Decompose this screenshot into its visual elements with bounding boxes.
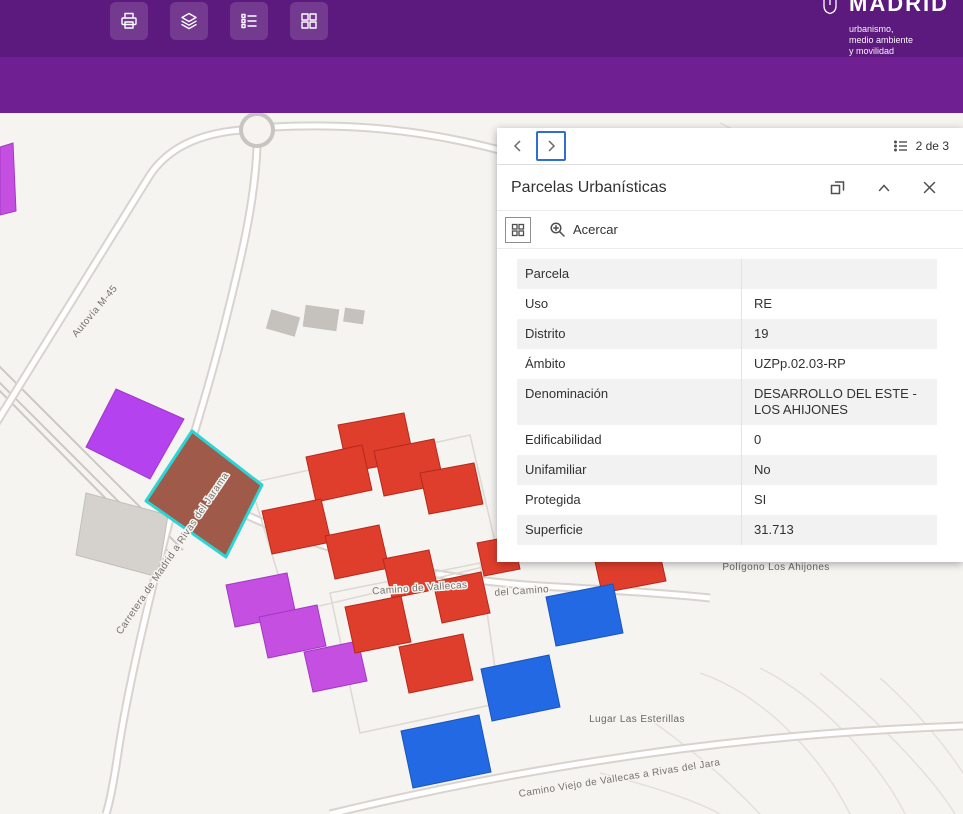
print-button[interactable]	[110, 2, 148, 40]
facility-parcel[interactable]	[0, 143, 16, 215]
field-label: Parcela	[517, 259, 741, 289]
field-row-unifamiliar: Unifamiliar No	[517, 455, 937, 485]
field-label: Edificabilidad	[517, 425, 741, 455]
residential-parcel[interactable]	[306, 445, 372, 502]
next-feature-button[interactable]	[536, 131, 566, 161]
field-label: Superficie	[517, 515, 741, 545]
field-value: SI	[741, 485, 937, 515]
basemap-button[interactable]	[290, 2, 328, 40]
place-label-lugar: Lugar Las Esterillas	[589, 714, 685, 725]
header-sub-band	[0, 57, 963, 113]
field-row-edificabilidad: Edificabilidad 0	[517, 425, 937, 455]
madrid-logo: MADRID urbanismo, medio ambiente y movil…	[821, 0, 949, 57]
feature-pager[interactable]: 2 de 3	[893, 138, 949, 154]
field-label: Ámbito	[517, 349, 741, 379]
field-value: DESARROLLO DEL ESTE - LOS AHIJONES	[741, 379, 937, 425]
chevron-left-icon	[510, 138, 526, 154]
logo-subtitle-line: y movilidad	[849, 46, 949, 57]
tertiary-parcel[interactable]	[401, 715, 491, 788]
field-value: UZPp.02.03-RP	[741, 349, 937, 379]
field-row-distrito: Distrito 19	[517, 319, 937, 349]
dock-button[interactable]	[829, 179, 846, 196]
chevron-right-icon	[543, 138, 559, 154]
prev-feature-button[interactable]	[503, 131, 533, 161]
close-icon	[922, 180, 937, 195]
residential-parcel[interactable]	[325, 525, 389, 579]
pager-count: 2 de 3	[916, 139, 949, 153]
zoom-to-label: Acercar	[573, 222, 618, 237]
layers-button[interactable]	[170, 2, 208, 40]
field-label: Unifamiliar	[517, 455, 741, 485]
close-button[interactable]	[922, 180, 937, 195]
logo-subtitle: urbanismo, medio ambiente y movilidad	[849, 24, 949, 57]
field-value: RE	[741, 289, 937, 319]
field-row-uso: Uso RE	[517, 289, 937, 319]
header-bar: MADRID urbanismo, medio ambiente y movil…	[0, 0, 963, 57]
dock-icon	[829, 179, 846, 196]
layers-icon	[179, 11, 199, 31]
legend-button[interactable]	[230, 2, 268, 40]
madrid-crest-icon	[821, 0, 839, 57]
attribute-table: Parcela Uso RE Distrito 19 Ámbito UZPp.0…	[497, 249, 963, 545]
place-label-poligono: Polígono Los Ahijones	[722, 562, 829, 573]
field-value	[741, 259, 937, 289]
popup-title-row: Parcelas Urbanísticas	[497, 165, 963, 211]
tertiary-parcel[interactable]	[546, 584, 623, 646]
logo-subtitle-line: medio ambiente	[849, 35, 949, 46]
field-label: Denominación	[517, 379, 741, 425]
basemap-grid-icon	[299, 11, 319, 31]
popup-title: Parcelas Urbanísticas	[511, 179, 667, 197]
field-value: No	[741, 455, 937, 485]
field-value: 0	[741, 425, 937, 455]
media-grid-button[interactable]	[505, 217, 531, 243]
field-value: 31.713	[741, 515, 937, 545]
header-toolbar	[110, 2, 328, 40]
logo-title: MADRID	[849, 0, 949, 15]
field-row-ambito: Ámbito UZPp.02.03-RP	[517, 349, 937, 379]
facility-parcels	[0, 143, 367, 692]
field-row-superficie: Superficie 31.713	[517, 515, 937, 545]
tertiary-parcel[interactable]	[481, 655, 560, 721]
field-row-denominacion: Denominación DESARROLLO DEL ESTE - LOS A…	[517, 379, 937, 425]
residential-parcel[interactable]	[399, 634, 473, 693]
printer-icon	[119, 11, 139, 31]
buildings	[266, 305, 365, 337]
road-label-camino-viejo: Camino Viejo de Vallecas a Rivas del Jar…	[518, 757, 721, 800]
legend-icon	[239, 11, 259, 31]
roundabout	[241, 114, 273, 146]
popup-pagination-bar: 2 de 3	[497, 128, 963, 165]
field-row-protegida: Protegida SI	[517, 485, 937, 515]
popup-actionbar: Acercar	[497, 211, 963, 249]
list-icon	[893, 138, 909, 154]
collapse-button[interactable]	[876, 180, 892, 196]
residential-parcel[interactable]	[345, 596, 411, 653]
field-value: 19	[741, 319, 937, 349]
field-label: Uso	[517, 289, 741, 319]
chevron-up-icon	[876, 180, 892, 196]
field-row-parcela: Parcela	[517, 259, 937, 289]
field-label: Distrito	[517, 319, 741, 349]
field-label: Protegida	[517, 485, 741, 515]
media-grid-icon	[510, 222, 526, 238]
logo-subtitle-line: urbanismo,	[849, 24, 949, 35]
zoom-in-icon	[549, 221, 566, 238]
feature-popup: 2 de 3 Parcelas Urbanísticas	[497, 128, 963, 562]
zoom-to-button[interactable]: Acercar	[543, 220, 624, 239]
